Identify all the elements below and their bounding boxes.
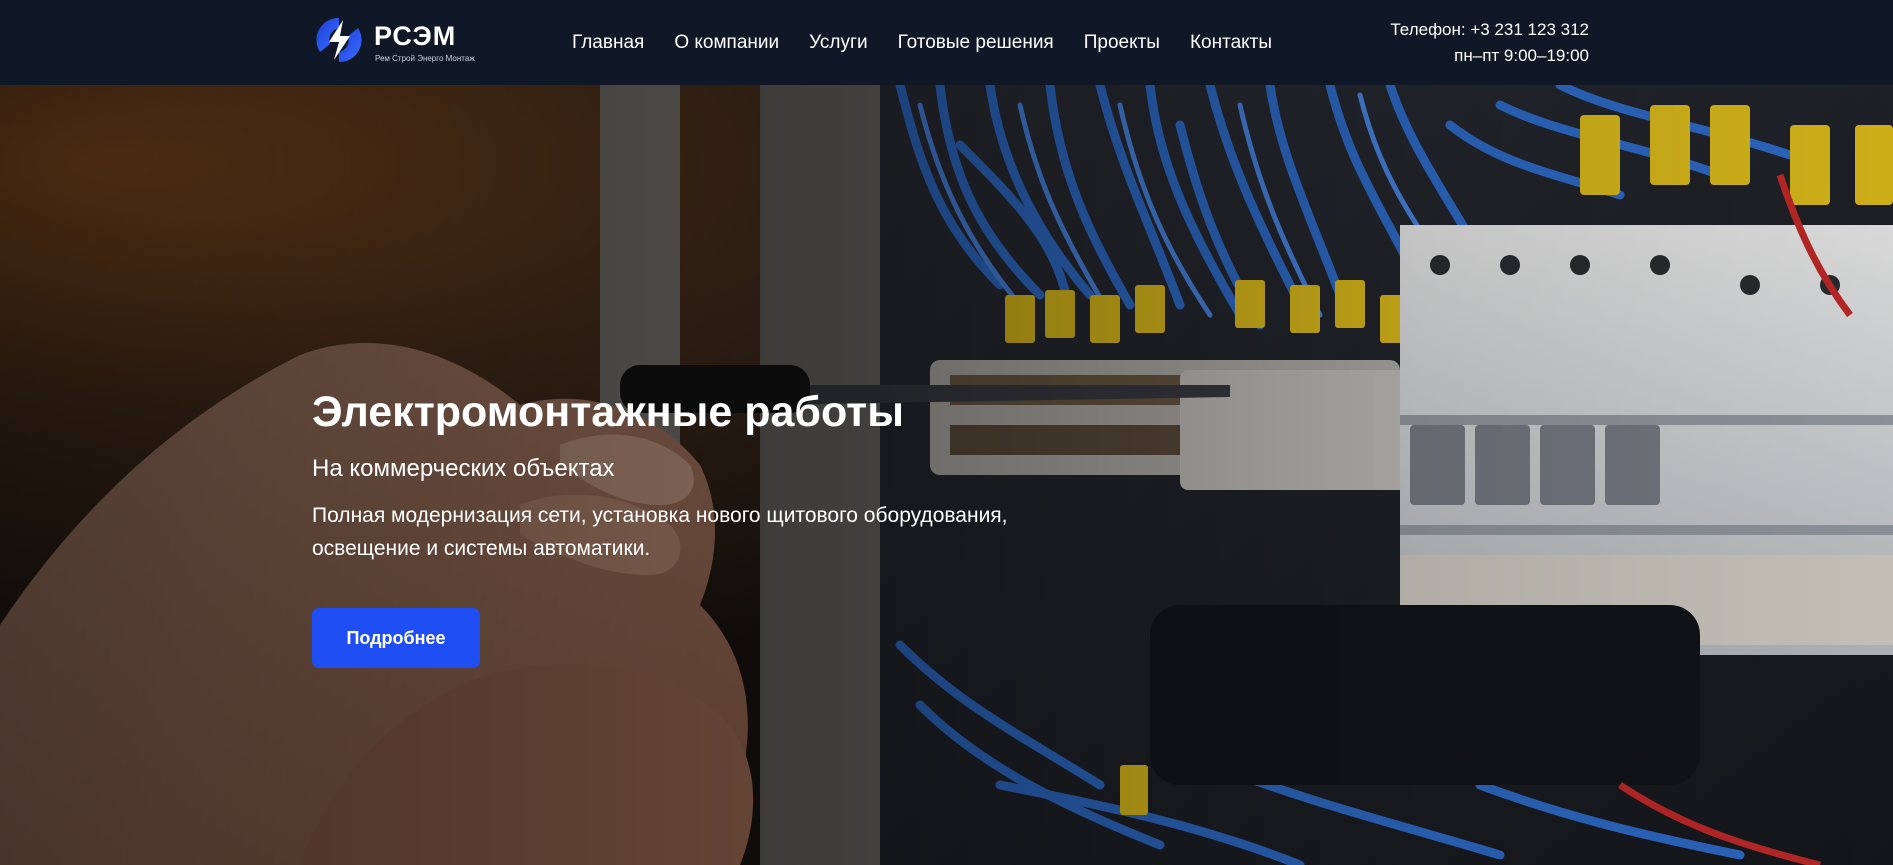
nav-item-solutions[interactable]: Готовые решения	[898, 32, 1054, 54]
lightning-logo-icon	[316, 17, 362, 63]
nav-item-home[interactable]: Главная	[572, 32, 644, 54]
hero-section: Электромонтажные работы На коммерческих …	[0, 85, 1893, 865]
hero-content: Электромонтажные работы На коммерческих …	[312, 385, 1112, 668]
contact-phone[interactable]: Телефон: +3 231 123 312	[1390, 17, 1589, 43]
hero-title: Электромонтажные работы	[312, 388, 904, 436]
site-header: РСЭМ Рем Строй Энерго Монтаж Главная О к…	[0, 0, 1893, 85]
contact-hours: пн–пт 9:00–19:00	[1454, 46, 1589, 65]
brand-tagline: Рем Строй Энерго Монтаж	[375, 54, 475, 63]
nav-item-services[interactable]: Услуги	[809, 32, 867, 54]
header-contact: Телефон: +3 231 123 312 пн–пт 9:00–19:00	[1390, 17, 1589, 69]
logo-link[interactable]: РСЭМ Рем Строй Энерго Монтаж	[312, 14, 482, 66]
nav-item-projects[interactable]: Проекты	[1084, 32, 1160, 54]
more-button[interactable]: Подробнее	[312, 608, 480, 668]
brand-name: РСЭМ	[374, 21, 457, 51]
nav-item-contacts[interactable]: Контакты	[1190, 32, 1272, 54]
hero-description: Полная модернизация сети, установка ново…	[312, 504, 1008, 560]
hero-subtitle: На коммерческих объектах	[312, 455, 615, 482]
main-nav: Главная О компании Услуги Готовые решени…	[572, 0, 1272, 85]
nav-item-about[interactable]: О компании	[674, 32, 779, 54]
